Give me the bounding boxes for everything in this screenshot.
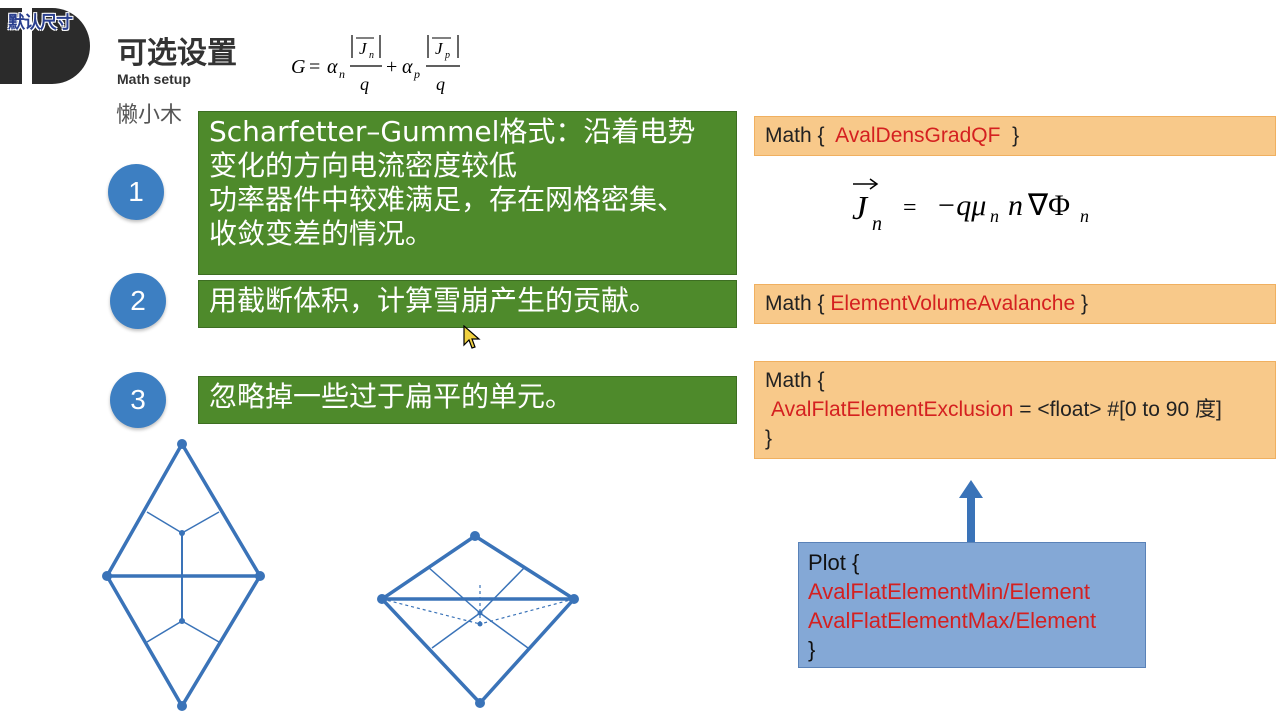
step-2-description: 用截断体积，计算雪崩产生的贡献。 bbox=[198, 280, 737, 328]
math-3-line-3: } bbox=[765, 427, 773, 450]
svg-text:=: = bbox=[309, 56, 320, 78]
math-box-element-volume-avalanche: Math { ElementVolumeAvalanche } bbox=[754, 284, 1276, 324]
math-2-keyword: ElementVolumeAvalanche bbox=[830, 292, 1076, 315]
formula-jn-top: J bbox=[359, 39, 368, 58]
formula-phi-sub: n bbox=[1080, 206, 1089, 226]
step-1-line-4: 收敛变差的情况。 bbox=[209, 217, 434, 250]
step-number-1: 1 bbox=[108, 164, 164, 220]
plot-line-4: } bbox=[808, 637, 816, 662]
math-2-prefix: Math { bbox=[765, 292, 825, 315]
current-density-formula: J n = −qμ n n ∇Φ n bbox=[852, 178, 1089, 235]
formula-g-lhs: G bbox=[291, 56, 306, 78]
svg-text:+: + bbox=[386, 56, 397, 78]
plot-item-max: AvalFlatElementMax/Element bbox=[808, 608, 1097, 633]
arrow-up-icon bbox=[959, 480, 983, 546]
formula-q-2: q bbox=[436, 74, 445, 94]
default-size-label: 默认尺寸 bbox=[8, 13, 73, 33]
generation-formula: G = α n J n q + α p J p q bbox=[291, 35, 460, 94]
math-3-keyword: AvalFlatElementExclusion bbox=[771, 398, 1014, 421]
formula-mu-sub: n bbox=[990, 206, 999, 226]
step-2-line-1: 用截断体积，计算雪崩产生的贡献。 bbox=[209, 284, 658, 317]
math-1-suffix: } bbox=[1012, 124, 1020, 147]
step-1-line-2: 变化的方向电流密度较低 bbox=[209, 149, 518, 182]
math-1-prefix: Math { bbox=[765, 124, 825, 147]
formula-alpha-n: α bbox=[327, 56, 338, 78]
plot-line-1: Plot { bbox=[808, 550, 860, 575]
math-3-rest: = <float> #[0 to 90 度] bbox=[1013, 398, 1222, 421]
page-subtitle: Math setup bbox=[117, 71, 191, 87]
plot-item-min: AvalFlatElementMin/Element bbox=[808, 579, 1091, 604]
step-3-line-1: 忽略掉一些过于扁平的单元。 bbox=[209, 380, 574, 413]
step-number-2: 2 bbox=[110, 273, 166, 329]
formula-rhs: −qμ bbox=[936, 189, 986, 222]
svg-text:n: n bbox=[369, 50, 374, 61]
svg-text:p: p bbox=[444, 50, 450, 61]
math-2-suffix: } bbox=[1081, 292, 1089, 315]
formula-j-sub: n bbox=[872, 213, 882, 235]
formula-alpha-p: α bbox=[402, 56, 413, 78]
math-box-flat-element-exclusion: Math { AvalFlatElementExclusion = <float… bbox=[754, 361, 1276, 459]
author-name: 懒小木 bbox=[116, 103, 183, 128]
formula-nabla-phi: ∇Φ bbox=[1027, 189, 1070, 222]
formula-q-1: q bbox=[360, 74, 369, 94]
formula-alpha-n-sub: n bbox=[339, 67, 345, 81]
math-3-line-1: Math { bbox=[765, 369, 825, 392]
step-3-description: 忽略掉一些过于扁平的单元。 bbox=[198, 376, 737, 424]
step-1-line-3: 功率器件中较难满足，存在网格密集、 bbox=[209, 183, 686, 216]
formula-n: n bbox=[1008, 189, 1023, 222]
step-1-line-1: Scharfetter–Gummel格式：沿着电势 bbox=[209, 115, 696, 148]
plot-box: Plot { AvalFlatElementMin/Element AvalFl… bbox=[798, 542, 1146, 668]
formula-equals: = bbox=[903, 195, 917, 221]
mouse-cursor-icon bbox=[463, 325, 481, 349]
math-1-keyword: AvalDensGradQF bbox=[835, 124, 1001, 147]
formula-alpha-p-sub: p bbox=[413, 67, 420, 81]
formula-j: J bbox=[852, 190, 869, 227]
page-title: 可选设置 bbox=[117, 36, 237, 71]
rhombus-mesh-element-diagram bbox=[102, 439, 265, 711]
flat-rhombus-mesh-element-diagram bbox=[377, 531, 579, 708]
step-1-description: Scharfetter–Gummel格式：沿着电势 变化的方向电流密度较低 功率… bbox=[198, 111, 737, 275]
step-number-3: 3 bbox=[110, 372, 166, 428]
math-box-aval-dens-grad: Math { AvalDensGradQF } bbox=[754, 116, 1276, 156]
formula-jp-top: J bbox=[435, 39, 444, 58]
